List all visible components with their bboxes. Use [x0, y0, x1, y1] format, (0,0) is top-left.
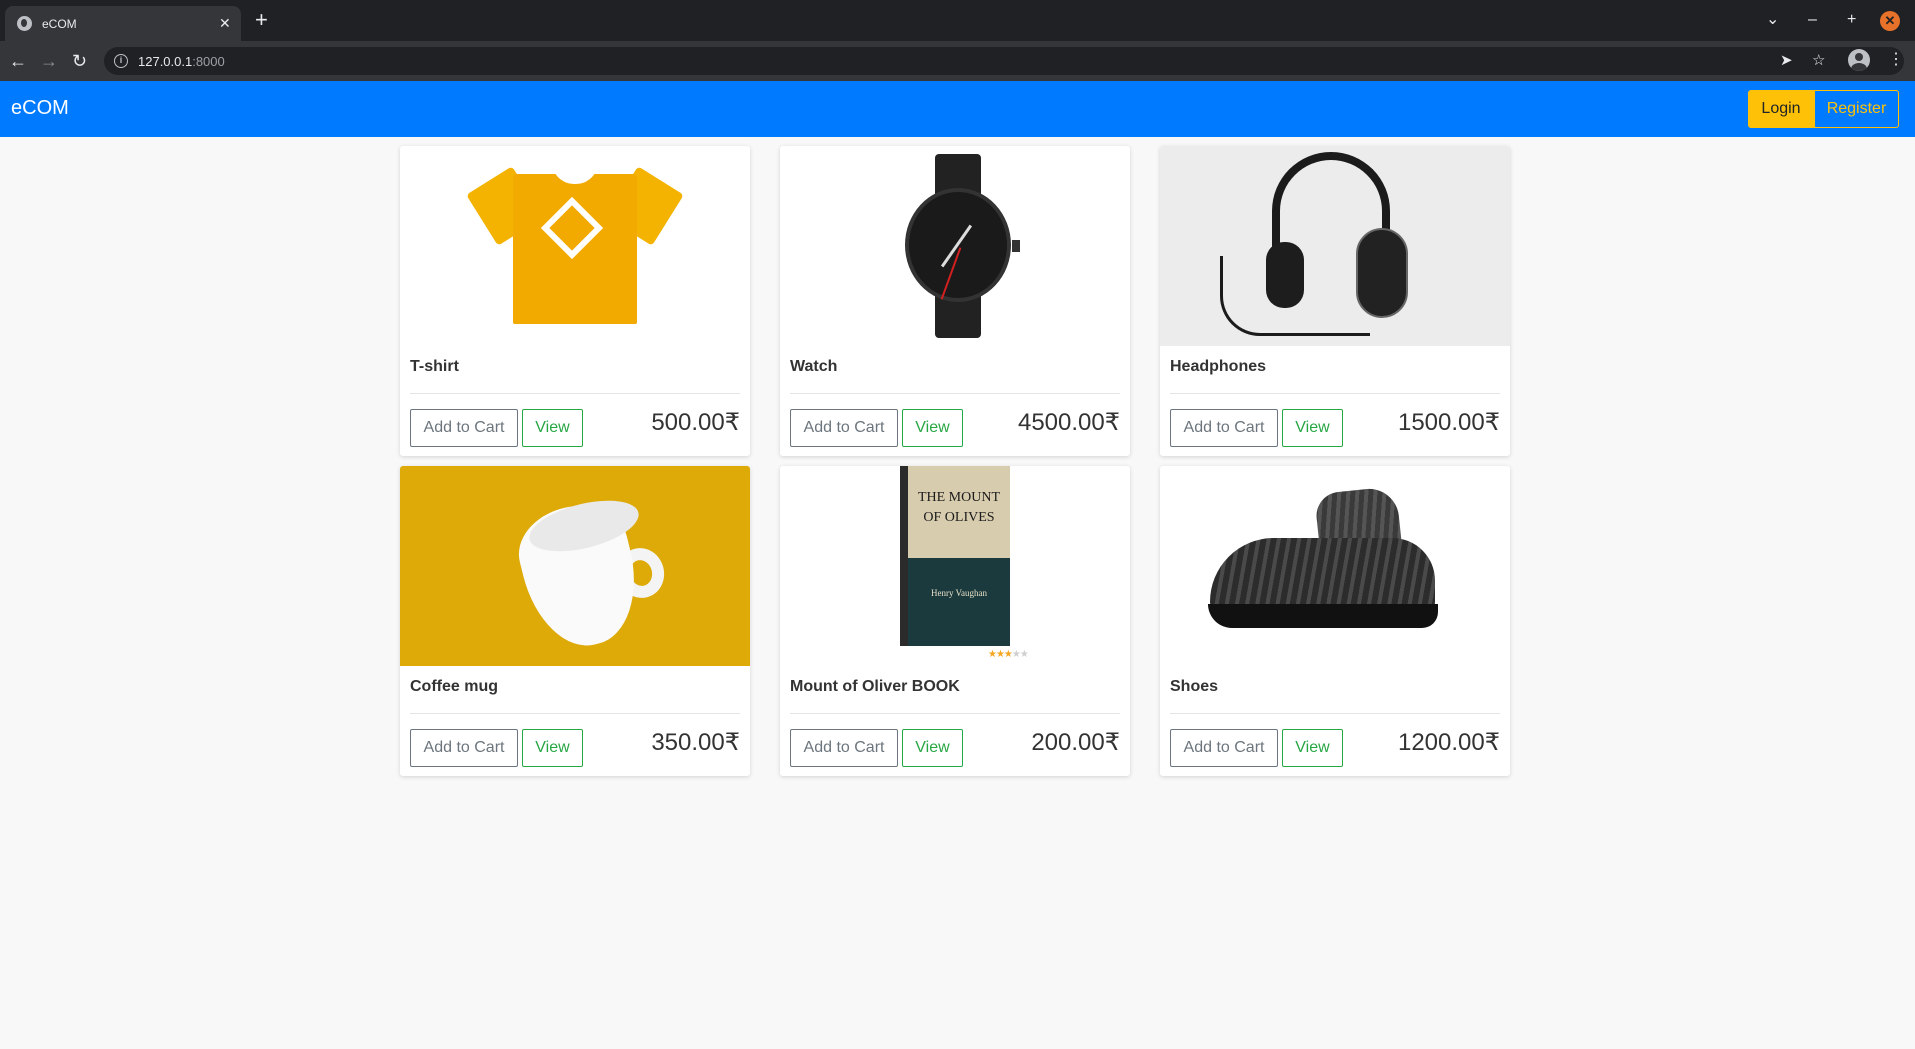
browser-toolbar: ← → ↻ i 127.0.0.1:8000 ➤ ☆ ⋮: [0, 41, 1915, 81]
product-image-watch[interactable]: [780, 146, 1130, 346]
book-cover-author: Henry Vaughan: [930, 588, 988, 598]
add-to-cart-button[interactable]: Add to Cart: [790, 409, 898, 447]
product-title: Mount of Oliver BOOK: [790, 678, 960, 695]
card-divider: [410, 393, 740, 394]
register-button[interactable]: Register: [1814, 90, 1899, 128]
address-bar[interactable]: i 127.0.0.1:8000 ➤ ☆: [104, 47, 1904, 75]
rating-stars-icon: ★★★★★: [988, 649, 1029, 660]
product-title: Shoes: [1170, 678, 1219, 695]
product-price: 500.00₹: [651, 409, 740, 436]
reload-icon[interactable]: ↻: [72, 50, 87, 72]
product-title: Coffee mug: [410, 678, 498, 695]
product-price: 200.00₹: [1031, 729, 1120, 756]
card-divider: [790, 713, 1120, 714]
watch-crown: [1012, 240, 1020, 252]
add-to-cart-button[interactable]: Add to Cart: [410, 729, 518, 767]
product-price: 1500.00₹: [1397, 409, 1500, 436]
forward-arrow-icon[interactable]: →: [40, 50, 58, 72]
globe-icon: [17, 16, 32, 31]
product-card-watch: Watch Add to Cart View 4500.00₹: [780, 146, 1130, 456]
card-divider: [1170, 713, 1500, 714]
tab-search-chevron-icon[interactable]: ⌄: [1766, 10, 1779, 30]
browser-tab[interactable]: eCOM ✕: [5, 6, 241, 41]
site-navbar: eCOM Login Register: [0, 81, 1915, 137]
url-text[interactable]: 127.0.0.1:8000: [138, 54, 225, 69]
product-image-shoes[interactable]: [1160, 466, 1510, 666]
back-arrow-icon[interactable]: ←: [9, 50, 27, 72]
product-card-tshirt: T-shirt Add to Cart View 500.00₹: [400, 146, 750, 456]
product-image-book[interactable]: THE MOUNT OF OLIVES Henry Vaughan ★★★★★: [780, 466, 1130, 666]
card-divider: [790, 393, 1120, 394]
add-to-cart-button[interactable]: Add to Cart: [1170, 409, 1278, 447]
info-icon[interactable]: i: [114, 54, 128, 68]
kebab-menu-icon[interactable]: ⋮: [1888, 50, 1904, 70]
product-title: Watch: [790, 358, 838, 375]
url-port: :8000: [192, 54, 225, 69]
send-icon[interactable]: ➤: [1780, 51, 1793, 71]
view-button[interactable]: View: [1282, 729, 1343, 767]
product-card-shoes: Shoes Add to Cart View 1200.00₹: [1160, 466, 1510, 776]
new-tab-button[interactable]: +: [255, 9, 268, 31]
view-button[interactable]: View: [522, 409, 583, 447]
add-to-cart-button[interactable]: Add to Cart: [790, 729, 898, 767]
rating-stars-on: ★★★: [988, 649, 1013, 660]
product-title: Headphones: [1170, 358, 1267, 375]
card-divider: [410, 713, 740, 714]
url-host: 127.0.0.1: [138, 54, 193, 69]
product-image-headphones[interactable]: [1160, 146, 1510, 346]
headphones-cup-right: [1356, 228, 1408, 318]
view-button[interactable]: View: [1282, 409, 1343, 447]
book-spine: [900, 466, 908, 646]
tab-title: eCOM: [42, 17, 77, 31]
window-close-button[interactable]: ✕: [1880, 11, 1900, 31]
product-image-tshirt[interactable]: [400, 146, 750, 346]
add-to-cart-button[interactable]: Add to Cart: [410, 409, 518, 447]
maximize-button[interactable]: +: [1847, 10, 1856, 30]
view-button[interactable]: View: [902, 409, 963, 447]
star-icon[interactable]: ☆: [1812, 51, 1825, 71]
rating-stars-off: ★★: [1011, 649, 1029, 660]
add-to-cart-button[interactable]: Add to Cart: [1170, 729, 1278, 767]
view-button[interactable]: View: [522, 729, 583, 767]
product-card-book: THE MOUNT OF OLIVES Henry Vaughan ★★★★★ …: [780, 466, 1130, 776]
headphones-cup-left: [1266, 242, 1304, 308]
minimize-button[interactable]: –: [1808, 10, 1817, 30]
product-image-mug[interactable]: [400, 466, 750, 666]
product-card-headphones: Headphones Add to Cart View 1500.00₹: [1160, 146, 1510, 456]
product-price: 4500.00₹: [1017, 409, 1120, 436]
card-divider: [1170, 393, 1500, 394]
product-title: T-shirt: [410, 358, 459, 375]
profile-avatar-icon[interactable]: [1848, 49, 1870, 71]
browser-tabbar: eCOM ✕ + ⌄ – + ✕: [0, 0, 1915, 41]
product-price: 1200.00₹: [1397, 729, 1500, 756]
login-button[interactable]: Login: [1748, 90, 1814, 128]
product-card-mug: Coffee mug Add to Cart View 350.00₹: [400, 466, 750, 776]
tab-close-icon[interactable]: ✕: [219, 14, 231, 32]
product-price: 350.00₹: [651, 729, 740, 756]
brand-logo[interactable]: eCOM: [11, 97, 69, 120]
book-cover-bottom: [900, 558, 1010, 646]
book-cover-title: THE MOUNT OF OLIVES: [917, 490, 1001, 525]
view-button[interactable]: View: [902, 729, 963, 767]
shoe-sole: [1208, 604, 1438, 628]
